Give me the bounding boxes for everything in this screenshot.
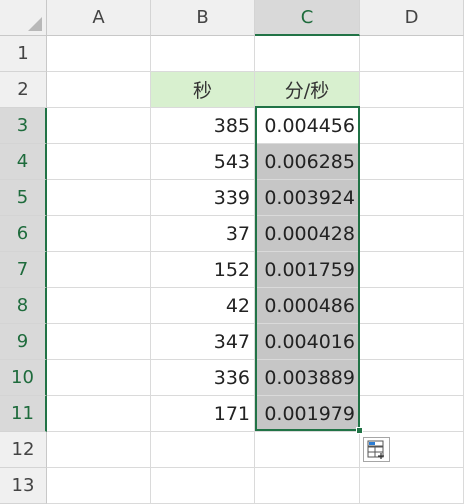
- column-header-a[interactable]: A: [47, 0, 151, 36]
- cell-c11[interactable]: 0.001979: [255, 396, 360, 432]
- cell-d8[interactable]: [360, 288, 464, 324]
- row-header-2[interactable]: 2: [0, 72, 47, 108]
- cell-d7[interactable]: [360, 252, 464, 288]
- cell-c9[interactable]: 0.004016: [255, 324, 360, 360]
- cell-a7[interactable]: [47, 252, 151, 288]
- cell-b10[interactable]: 336: [151, 360, 255, 396]
- cell-a1[interactable]: [47, 36, 151, 72]
- cell-b11[interactable]: 171: [151, 396, 255, 432]
- cell-a2[interactable]: [47, 72, 151, 108]
- cell-c5[interactable]: 0.003924: [255, 180, 360, 216]
- cell-a5[interactable]: [47, 180, 151, 216]
- cell-b13[interactable]: [151, 468, 255, 504]
- cell-d10[interactable]: [360, 360, 464, 396]
- column-header-b[interactable]: B: [151, 0, 255, 36]
- row-header-11[interactable]: 11: [0, 396, 47, 432]
- cell-d11[interactable]: [360, 396, 464, 432]
- row-header-1[interactable]: 1: [0, 36, 47, 72]
- cell-d4[interactable]: [360, 144, 464, 180]
- cell-d6[interactable]: [360, 216, 464, 252]
- cell-a12[interactable]: [47, 432, 151, 468]
- cell-c7[interactable]: 0.001759: [255, 252, 360, 288]
- cell-b8[interactable]: 42: [151, 288, 255, 324]
- cell-d13[interactable]: [360, 468, 464, 504]
- cell-c3[interactable]: 0.004456: [255, 108, 360, 144]
- column-header-c[interactable]: C: [255, 0, 360, 36]
- cell-a8[interactable]: [47, 288, 151, 324]
- cell-c1[interactable]: [255, 36, 360, 72]
- cell-b6[interactable]: 37: [151, 216, 255, 252]
- cell-d9[interactable]: [360, 324, 464, 360]
- cell-a3[interactable]: [47, 108, 151, 144]
- spreadsheet-grid: A B C D 1 2 3 4 5 6 7 8 9 10 11 12 13 秒 …: [0, 0, 464, 504]
- select-all-button[interactable]: [0, 0, 47, 36]
- row-header-6[interactable]: 6: [0, 216, 47, 252]
- cell-c13[interactable]: [255, 468, 360, 504]
- cell-b9[interactable]: 347: [151, 324, 255, 360]
- cell-a10[interactable]: [47, 360, 151, 396]
- row-header-8[interactable]: 8: [0, 288, 47, 324]
- cell-b4[interactable]: 543: [151, 144, 255, 180]
- cell-b3[interactable]: 385: [151, 108, 255, 144]
- cell-b1[interactable]: [151, 36, 255, 72]
- column-header-d[interactable]: D: [360, 0, 464, 36]
- cell-d1[interactable]: [360, 36, 464, 72]
- select-all-triangle-icon: [28, 17, 42, 31]
- cell-a13[interactable]: [47, 468, 151, 504]
- cell-c8[interactable]: 0.000486: [255, 288, 360, 324]
- row-header-10[interactable]: 10: [0, 360, 47, 396]
- row-header-4[interactable]: 4: [0, 144, 47, 180]
- cell-c6[interactable]: 0.000428: [255, 216, 360, 252]
- row-header-3[interactable]: 3: [0, 108, 47, 144]
- cell-b7[interactable]: 152: [151, 252, 255, 288]
- cell-c10[interactable]: 0.003889: [255, 360, 360, 396]
- cell-a11[interactable]: [47, 396, 151, 432]
- cell-c4[interactable]: 0.006285: [255, 144, 360, 180]
- cell-c12[interactable]: [255, 432, 360, 468]
- cell-c2-min-per-sec-header[interactable]: 分/秒: [255, 72, 360, 108]
- quick-analysis-icon: [367, 440, 384, 459]
- cell-a4[interactable]: [47, 144, 151, 180]
- cell-a6[interactable]: [47, 216, 151, 252]
- cell-b5[interactable]: 339: [151, 180, 255, 216]
- cell-d3[interactable]: [360, 108, 464, 144]
- fill-handle[interactable]: [356, 427, 363, 434]
- cell-b12[interactable]: [151, 432, 255, 468]
- cell-b2-seconds-header[interactable]: 秒: [151, 72, 255, 108]
- row-header-13[interactable]: 13: [0, 468, 47, 504]
- row-header-12[interactable]: 12: [0, 432, 47, 468]
- row-header-7[interactable]: 7: [0, 252, 47, 288]
- row-header-5[interactable]: 5: [0, 180, 47, 216]
- cell-d5[interactable]: [360, 180, 464, 216]
- cell-a9[interactable]: [47, 324, 151, 360]
- cell-d2[interactable]: [360, 72, 464, 108]
- row-header-9[interactable]: 9: [0, 324, 47, 360]
- quick-analysis-button[interactable]: [363, 437, 390, 462]
